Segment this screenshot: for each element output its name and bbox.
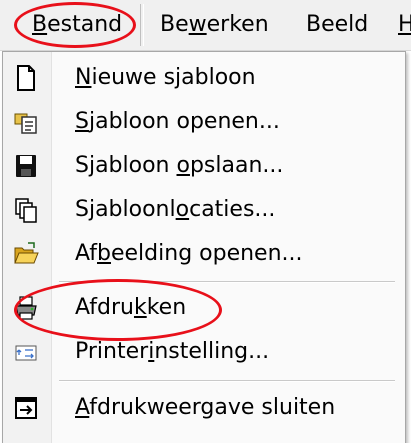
menu-bestand[interactable]: Bestand xyxy=(32,8,122,42)
new-document-icon xyxy=(13,64,39,92)
menu-item-label: Printerinstelling... xyxy=(75,339,270,364)
menu-item-sjabloonlocaties[interactable]: Sjabloonlocaties... xyxy=(3,188,405,232)
menu-item-afdrukweergave-sluiten[interactable]: Afdrukweergave sluiten xyxy=(3,386,405,430)
open-template-icon xyxy=(13,108,39,136)
menu-item-label: Sjabloon openen... xyxy=(75,109,280,134)
menu-item-nieuwe-sjabloon[interactable]: Nieuwe sjabloon xyxy=(3,56,405,100)
file-menu-dropdown: Nieuwe sjabloon Sjabloon openen... Sjabl… xyxy=(2,51,406,443)
menu-bar-separator xyxy=(140,4,144,46)
app-window: Bestand Bewerken Beeld H Nieuwe sjabloon xyxy=(0,0,411,443)
menu-bar: Bestand Bewerken Beeld H xyxy=(0,0,411,51)
template-locations-icon xyxy=(13,196,39,224)
menu-item-printerinstelling[interactable]: Printerinstelling... xyxy=(3,330,405,374)
menu-item-sjabloon-openen[interactable]: Sjabloon openen... xyxy=(3,100,405,144)
menu-separator xyxy=(59,380,395,382)
menu-beeld[interactable]: Beeld xyxy=(306,8,368,42)
save-disk-icon xyxy=(13,152,39,180)
menu-item-label: Afdrukweergave sluiten xyxy=(75,395,336,420)
menu-item-label: Afbeelding openen... xyxy=(75,241,303,266)
menu-item-afdrukken[interactable]: Afdrukken xyxy=(3,286,405,330)
menu-item-label: Afdrukken xyxy=(75,295,187,320)
menu-item-label: Sjabloonlocaties... xyxy=(75,197,276,222)
menu-separator xyxy=(59,281,395,283)
menu-help[interactable]: H xyxy=(398,8,411,42)
menu-item-label: Nieuwe sjabloon xyxy=(75,65,256,90)
printer-setup-icon xyxy=(13,338,39,366)
menu-item-afbeelding-openen[interactable]: Afbeelding openen... xyxy=(3,232,405,276)
menu-item-sjabloon-opslaan[interactable]: Sjabloon opslaan... xyxy=(3,144,405,188)
open-folder-icon xyxy=(13,240,39,268)
printer-icon xyxy=(13,294,39,322)
menu-item-label: Sjabloon opslaan... xyxy=(75,153,284,178)
menu-bewerken[interactable]: Bewerken xyxy=(160,8,269,42)
close-preview-icon xyxy=(13,394,39,422)
